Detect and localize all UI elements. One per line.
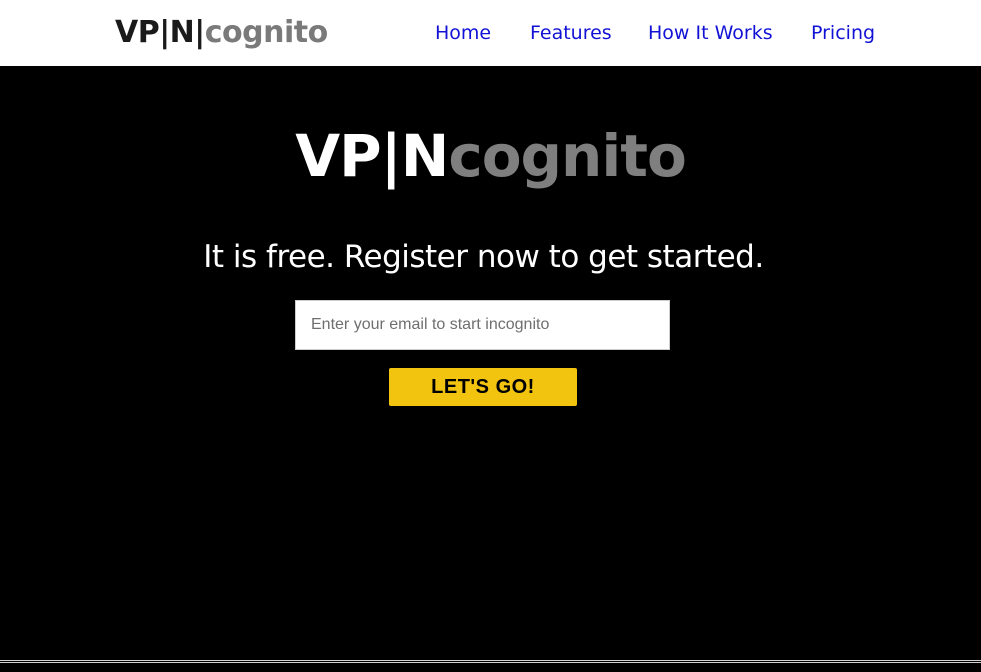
hero-logo-prefix: VP|N [295,122,449,190]
lets-go-button[interactable]: LET'S GO! [389,368,577,406]
nav-logo-prefix: VP|N| [115,15,205,50]
hero-section: VP|Ncognito It is free. Register now to … [0,66,981,660]
nav-link-pricing[interactable]: Pricing [811,20,875,46]
hero-logo: VP|Ncognito [0,121,981,191]
hero-tagline: It is free. Register now to get started. [203,239,764,275]
hero-logo-suffix: cognito [448,122,686,190]
email-input[interactable] [295,300,670,350]
nav-link-home[interactable]: Home [435,20,491,46]
nav-link-how-it-works[interactable]: How It Works [648,20,773,46]
top-navbar: VP|N|cognito Home Features How It Works … [0,0,981,66]
footer-strip [0,663,981,672]
nav-logo[interactable]: VP|N|cognito [115,13,328,53]
nav-logo-suffix: cognito [204,15,328,50]
nav-link-features[interactable]: Features [530,20,612,46]
